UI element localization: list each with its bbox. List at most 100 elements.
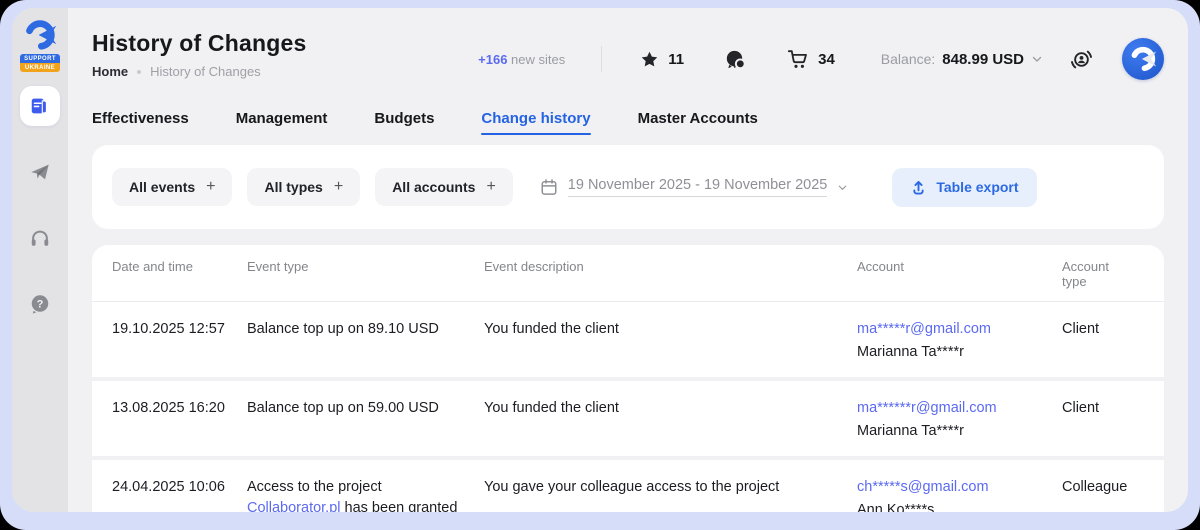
tab-change-history[interactable]: Change history <box>481 110 590 139</box>
tab-budgets[interactable]: Budgets <box>374 110 434 139</box>
filter-all-accounts-label: All accounts <box>392 179 475 195</box>
chat-icon <box>724 48 747 71</box>
column-header-description: Event description <box>484 259 857 289</box>
tab-management[interactable]: Management <box>236 110 328 139</box>
project-link[interactable]: Collaborator.pl <box>247 500 341 512</box>
column-header-account-type: Account type <box>1062 259 1144 289</box>
question-bubble-icon: ? <box>29 293 51 315</box>
account-name: Marianna Ta****r <box>857 342 1048 363</box>
cell-account: ch*****s@gmail.com Ann Ko****s <box>857 477 1062 512</box>
balance-dropdown[interactable]: Balance: 848.99 USD <box>881 51 1043 68</box>
event-type-suffix: has been granted <box>341 500 458 512</box>
sidebar-item-news[interactable] <box>20 86 60 126</box>
main-content: History of Changes Home History of Chang… <box>68 8 1188 512</box>
app-logo[interactable]: SUPPORT UKRAINE <box>20 18 60 72</box>
cart-count: 34 <box>818 51 835 68</box>
sidebar-item-help[interactable]: ? <box>20 284 60 324</box>
top-bar: History of Changes Home History of Chang… <box>92 8 1164 80</box>
table-export-button[interactable]: Table export <box>892 168 1036 207</box>
cell-account-type: Colleague <box>1062 477 1144 512</box>
favorites-counter[interactable]: 11 <box>640 50 684 69</box>
cell-description: You funded the client <box>484 398 857 442</box>
export-icon <box>910 179 927 196</box>
cell-account-type: Client <box>1062 319 1144 363</box>
breadcrumb-separator <box>137 70 141 74</box>
chevron-down-icon <box>837 182 848 193</box>
cart-icon <box>787 48 809 70</box>
table-row: 19.10.2025 12:57 Balance top up on 89.10… <box>92 302 1164 377</box>
account-name: Marianna Ta****r <box>857 421 1048 442</box>
table-row: 24.04.2025 10:06 Access to the project C… <box>92 456 1164 512</box>
table-export-label: Table export <box>936 179 1018 195</box>
avatar-logo-icon <box>1128 44 1158 74</box>
breadcrumb: Home History of Changes <box>92 64 306 79</box>
balance-label: Balance: <box>881 51 935 67</box>
switch-account-icon <box>1069 47 1094 72</box>
new-sites-count: +166 <box>478 52 511 67</box>
cell-description: You funded the client <box>484 319 857 363</box>
paper-plane-icon <box>29 161 51 183</box>
chevron-down-icon <box>1031 53 1043 65</box>
tab-effectiveness[interactable]: Effectiveness <box>92 110 189 139</box>
app-window: SUPPORT UKRAINE <box>12 8 1188 512</box>
stats-divider <box>601 46 602 72</box>
filter-all-types-label: All types <box>264 179 322 195</box>
badge-ukraine-label: UKRAINE <box>20 63 60 72</box>
cell-datetime: 13.08.2025 16:20 <box>112 398 247 442</box>
cell-datetime: 19.10.2025 12:57 <box>112 319 247 363</box>
cell-description: You gave your colleague access to the pr… <box>484 477 857 512</box>
history-table: Date and time Event type Event descripti… <box>92 245 1164 512</box>
title-block: History of Changes Home History of Chang… <box>92 30 306 79</box>
table-header-row: Date and time Event type Event descripti… <box>92 245 1164 302</box>
cell-account: ma*****r@gmail.com Marianna Ta****r <box>857 319 1062 363</box>
account-email-link[interactable]: ma*****r@gmail.com <box>857 321 991 337</box>
cart-counter[interactable]: 34 <box>787 48 835 70</box>
breadcrumb-current: History of Changes <box>150 64 261 79</box>
header-stats: +166 new sites 11 <box>478 38 1164 80</box>
headphones-icon <box>29 227 51 249</box>
filter-all-events-label: All events <box>129 179 195 195</box>
calendar-icon <box>540 178 558 196</box>
badge-support-label: SUPPORT <box>20 54 60 63</box>
date-range-picker[interactable]: 19 November 2025 - 19 November 2025 <box>540 177 849 197</box>
event-type-text: Access to the project <box>247 479 382 495</box>
page-title: History of Changes <box>92 30 306 57</box>
column-header-event-type: Event type <box>247 259 484 289</box>
plus-icon: + <box>334 179 343 195</box>
column-header-date: Date and time <box>112 259 247 289</box>
cell-event-type: Access to the project Collaborator.pl ha… <box>247 477 484 512</box>
sidebar-item-support[interactable] <box>20 218 60 258</box>
filters-card: All events + All types + All accounts + <box>92 145 1164 229</box>
account-name: Ann Ko****s <box>857 500 1048 512</box>
account-email-link[interactable]: ma******r@gmail.com <box>857 400 997 416</box>
date-range-value: 19 November 2025 - 19 November 2025 <box>568 177 828 197</box>
tab-master-accounts[interactable]: Master Accounts <box>638 110 758 139</box>
cell-event-type: Balance top up on 59.00 USD <box>247 398 484 442</box>
filter-all-accounts[interactable]: All accounts + <box>375 168 513 206</box>
switch-account-button[interactable] <box>1069 47 1094 72</box>
cell-account: ma******r@gmail.com Marianna Ta****r <box>857 398 1062 442</box>
news-icon <box>29 95 51 117</box>
collaborator-logo-icon <box>23 18 57 52</box>
filter-all-events[interactable]: All events + <box>112 168 232 206</box>
breadcrumb-home-link[interactable]: Home <box>92 64 128 79</box>
sidebar-item-telegram[interactable] <box>20 152 60 192</box>
plus-icon: + <box>206 179 215 195</box>
svg-text:?: ? <box>37 298 44 310</box>
plus-icon: + <box>486 179 495 195</box>
page-background: SUPPORT UKRAINE <box>0 0 1200 530</box>
support-ukraine-badge: SUPPORT UKRAINE <box>20 54 60 72</box>
favorites-count: 11 <box>668 51 684 68</box>
account-email-link[interactable]: ch*****s@gmail.com <box>857 479 989 495</box>
new-sites-label: new sites <box>511 52 565 67</box>
filter-all-types[interactable]: All types + <box>247 168 360 206</box>
table-row: 13.08.2025 16:20 Balance top up on 59.00… <box>92 377 1164 456</box>
balance-value: 848.99 USD <box>942 51 1024 68</box>
star-icon <box>640 50 659 69</box>
cell-event-type: Balance top up on 89.10 USD <box>247 319 484 363</box>
sidebar: SUPPORT UKRAINE <box>12 8 68 512</box>
user-avatar[interactable] <box>1122 38 1164 80</box>
tab-bar: Effectiveness Management Budgets Change … <box>92 110 1164 139</box>
new-sites-link[interactable]: +166 new sites <box>478 52 565 67</box>
messages-button[interactable] <box>724 48 747 71</box>
